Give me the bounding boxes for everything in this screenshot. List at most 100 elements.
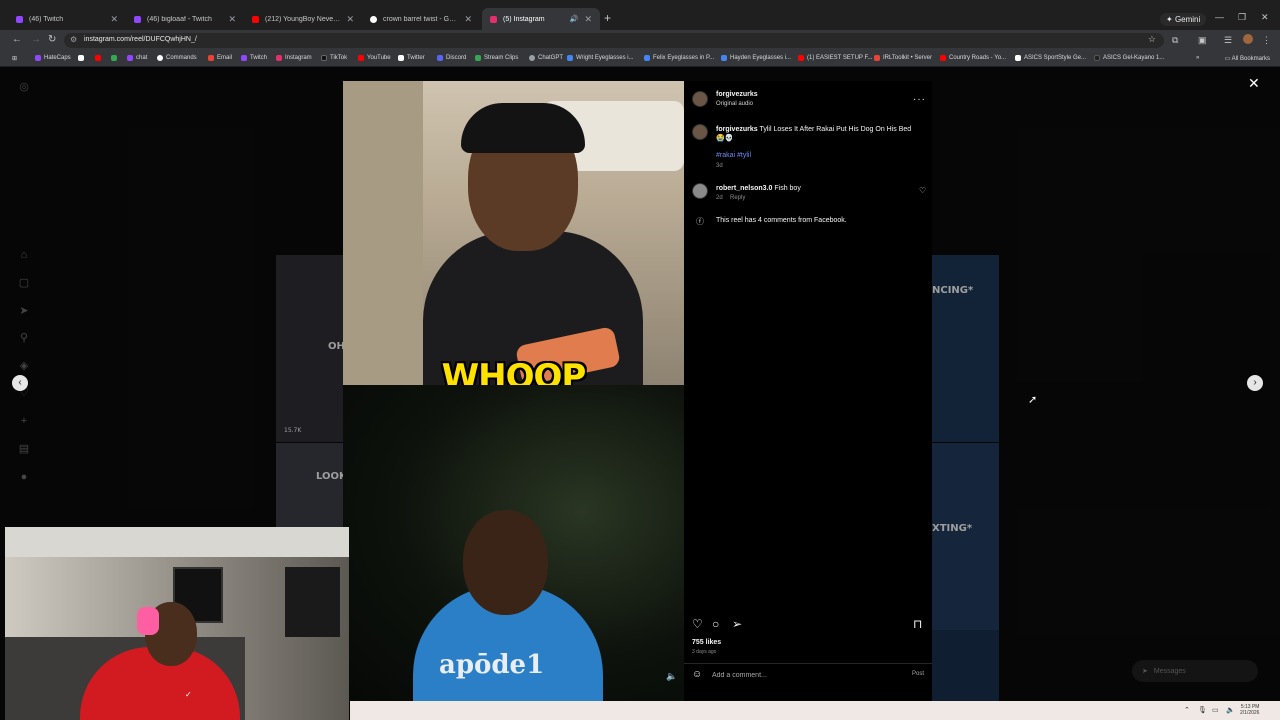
all-bookmarks[interactable]: ▭ All Bookmarks [1225,55,1270,62]
caption-username[interactable]: forgivezurks [716,126,758,133]
bookmark-label: ASICS SportStyle Ge... [1024,55,1087,61]
profile-avatar[interactable] [1243,34,1253,44]
store-icon [644,55,650,61]
browser-tab-active[interactable]: (5) Instagram 🔊 ✕ [482,8,600,30]
bookmark-item[interactable]: Twitch [241,55,267,61]
close-window-icon[interactable]: ✕ [1261,12,1269,23]
address-bar[interactable]: ⚙ instagram.com/reel/DUFCQwhjHN_/ ☆ [64,33,1164,48]
comment-icon[interactable]: ○ [712,617,719,631]
speaker-icon[interactable]: 🔊 [570,15,579,23]
media-icon[interactable]: ☰ [1224,35,1232,46]
bookmark-star-icon[interactable]: ☆ [1148,34,1156,45]
menu-icon[interactable]: ⋮ [1262,35,1271,46]
close-tab-icon[interactable]: ✕ [464,14,472,25]
youtube-icon [798,55,804,61]
author-avatar[interactable] [692,124,708,140]
browser-tab[interactable]: (212) YoungBoy Never Broke A ✕ [244,8,362,30]
bookmark-label: Felix Eyeglasses in P... [653,55,715,61]
facebook-icon: ⓕ [696,217,704,226]
close-tab-icon[interactable]: ✕ [584,14,592,25]
author-username[interactable]: forgivezurks [716,91,758,98]
mic-icon[interactable]: 🎙 [1198,706,1207,714]
bookmark-item[interactable]: Country Roads - Yo... [940,55,1006,61]
bookmark-item[interactable]: YouTube [358,55,391,61]
bookmark-item[interactable]: ASICS SportStyle Ge... [1015,55,1086,61]
tab-title: (5) Instagram [503,15,545,23]
bookmark-item[interactable]: Instagram [276,55,312,61]
system-clock[interactable]: 5:13 PM 2/1/2026 [1240,704,1259,716]
bookmark-item[interactable]: IRLToolkit • Server [874,55,932,61]
toolkit-icon [874,55,880,61]
audio-label[interactable]: Original audio [716,101,753,107]
hashtags[interactable]: #rakai #tylil [716,152,751,159]
bookmark-item[interactable]: Hayden Eyeglasses i... [721,55,791,61]
bookmark-item[interactable]: Discord [437,55,466,61]
more-bookmarks-icon[interactable]: » [1196,55,1199,61]
video-top-scene [343,81,684,391]
emoji-icon[interactable]: ☺ [692,669,702,680]
close-modal-icon[interactable]: ✕ [1248,75,1260,92]
bookmark-item[interactable]: Twitter [398,55,425,61]
comment-input[interactable] [712,670,892,681]
bookmark-item[interactable]: chat [127,55,147,61]
author-avatar[interactable] [692,91,708,107]
restore-icon[interactable]: ❐ [1238,12,1246,23]
bookmark-item[interactable]: Stream Clips [475,55,518,61]
back-icon[interactable]: ← [12,34,22,45]
bookmark-item[interactable]: Commands [157,55,197,61]
messages-button[interactable]: ➤ Messages [1132,660,1258,682]
extensions-icon[interactable]: ⧉ [1172,35,1178,46]
post-comment-button[interactable]: Post [912,671,924,677]
bookmark-item[interactable]: ChatGPT [529,55,563,61]
more-options-icon[interactable]: ··· [913,94,926,105]
post-date: 3 days ago [692,649,717,655]
close-tab-icon[interactable]: ✕ [110,14,118,25]
bookmark-item[interactable]: Felix Eyeglasses in P... [644,55,714,61]
youtube-icon [940,55,946,61]
close-tab-icon[interactable]: ✕ [228,14,236,25]
like-icon[interactable]: ♡ [692,617,703,631]
bookmark-item[interactable]: Email [208,55,232,61]
comment-username[interactable]: robert_nelson3.0 [716,185,772,192]
bookmark-item[interactable]: TikTok [321,55,347,61]
save-icon[interactable]: ⊓ [913,617,922,631]
new-tab-button[interactable]: + [604,11,611,25]
share-icon[interactable]: ➢ [732,617,742,631]
forward-icon[interactable]: → [31,34,41,45]
swoosh-logo: ✓ [185,690,192,699]
bookmark-item[interactable]: HateCaps [35,55,71,61]
bookmark-item[interactable] [95,55,101,61]
bookmark-item[interactable]: (1) EASIEST SETUP F... [798,55,872,61]
tray-up-icon[interactable]: ⌃ [1184,706,1190,714]
gemini-label: Gemini [1174,15,1201,24]
next-arrow-icon[interactable]: › [1247,375,1263,391]
sidepanel-icon[interactable]: ▣ [1198,35,1207,46]
reply-button[interactable]: Reply [730,195,745,201]
bookmark-item[interactable] [78,55,84,61]
commenter-avatar[interactable] [692,183,708,199]
gemini-button[interactable]: ✦ Gemini [1160,13,1207,26]
volume-icon[interactable]: 🔈 [1226,706,1235,714]
reload-icon[interactable]: ↻ [48,34,56,45]
twitch-icon [241,55,247,61]
like-count[interactable]: 755 likes [692,639,721,646]
reel-video[interactable]: WHOOP apōde1 🔈 [343,81,684,701]
apps-icon[interactable]: ⊞ [12,55,17,62]
browser-tab[interactable]: (46) bigloaaf - Twitch ✕ [126,8,244,30]
like-comment-icon[interactable]: ♡ [919,186,926,195]
volume-icon[interactable]: 🔈 [666,671,677,682]
store-icon [721,55,727,61]
bookmark-item[interactable]: Wright Eyeglasses i... [567,55,634,61]
browser-tab[interactable]: crown barrel twist - Google Se ✕ [362,8,480,30]
comment-text: Fish boy [774,185,801,192]
network-icon[interactable]: ▭ [1212,706,1219,714]
bookmark-item[interactable] [111,55,117,61]
site-info-icon[interactable]: ⚙ [70,35,77,44]
close-tab-icon[interactable]: ✕ [346,14,354,25]
minimize-icon[interactable]: — [1215,12,1224,22]
bookmark-item[interactable]: ASICS Gel-Kayano 1... [1094,55,1164,61]
browser-tab[interactable]: (46) Twitch ✕ [8,8,126,30]
previous-arrow-icon[interactable]: ‹ [12,375,28,391]
bookmark-label: IRLToolkit • Server [883,55,933,61]
youtube-icon [358,55,364,61]
